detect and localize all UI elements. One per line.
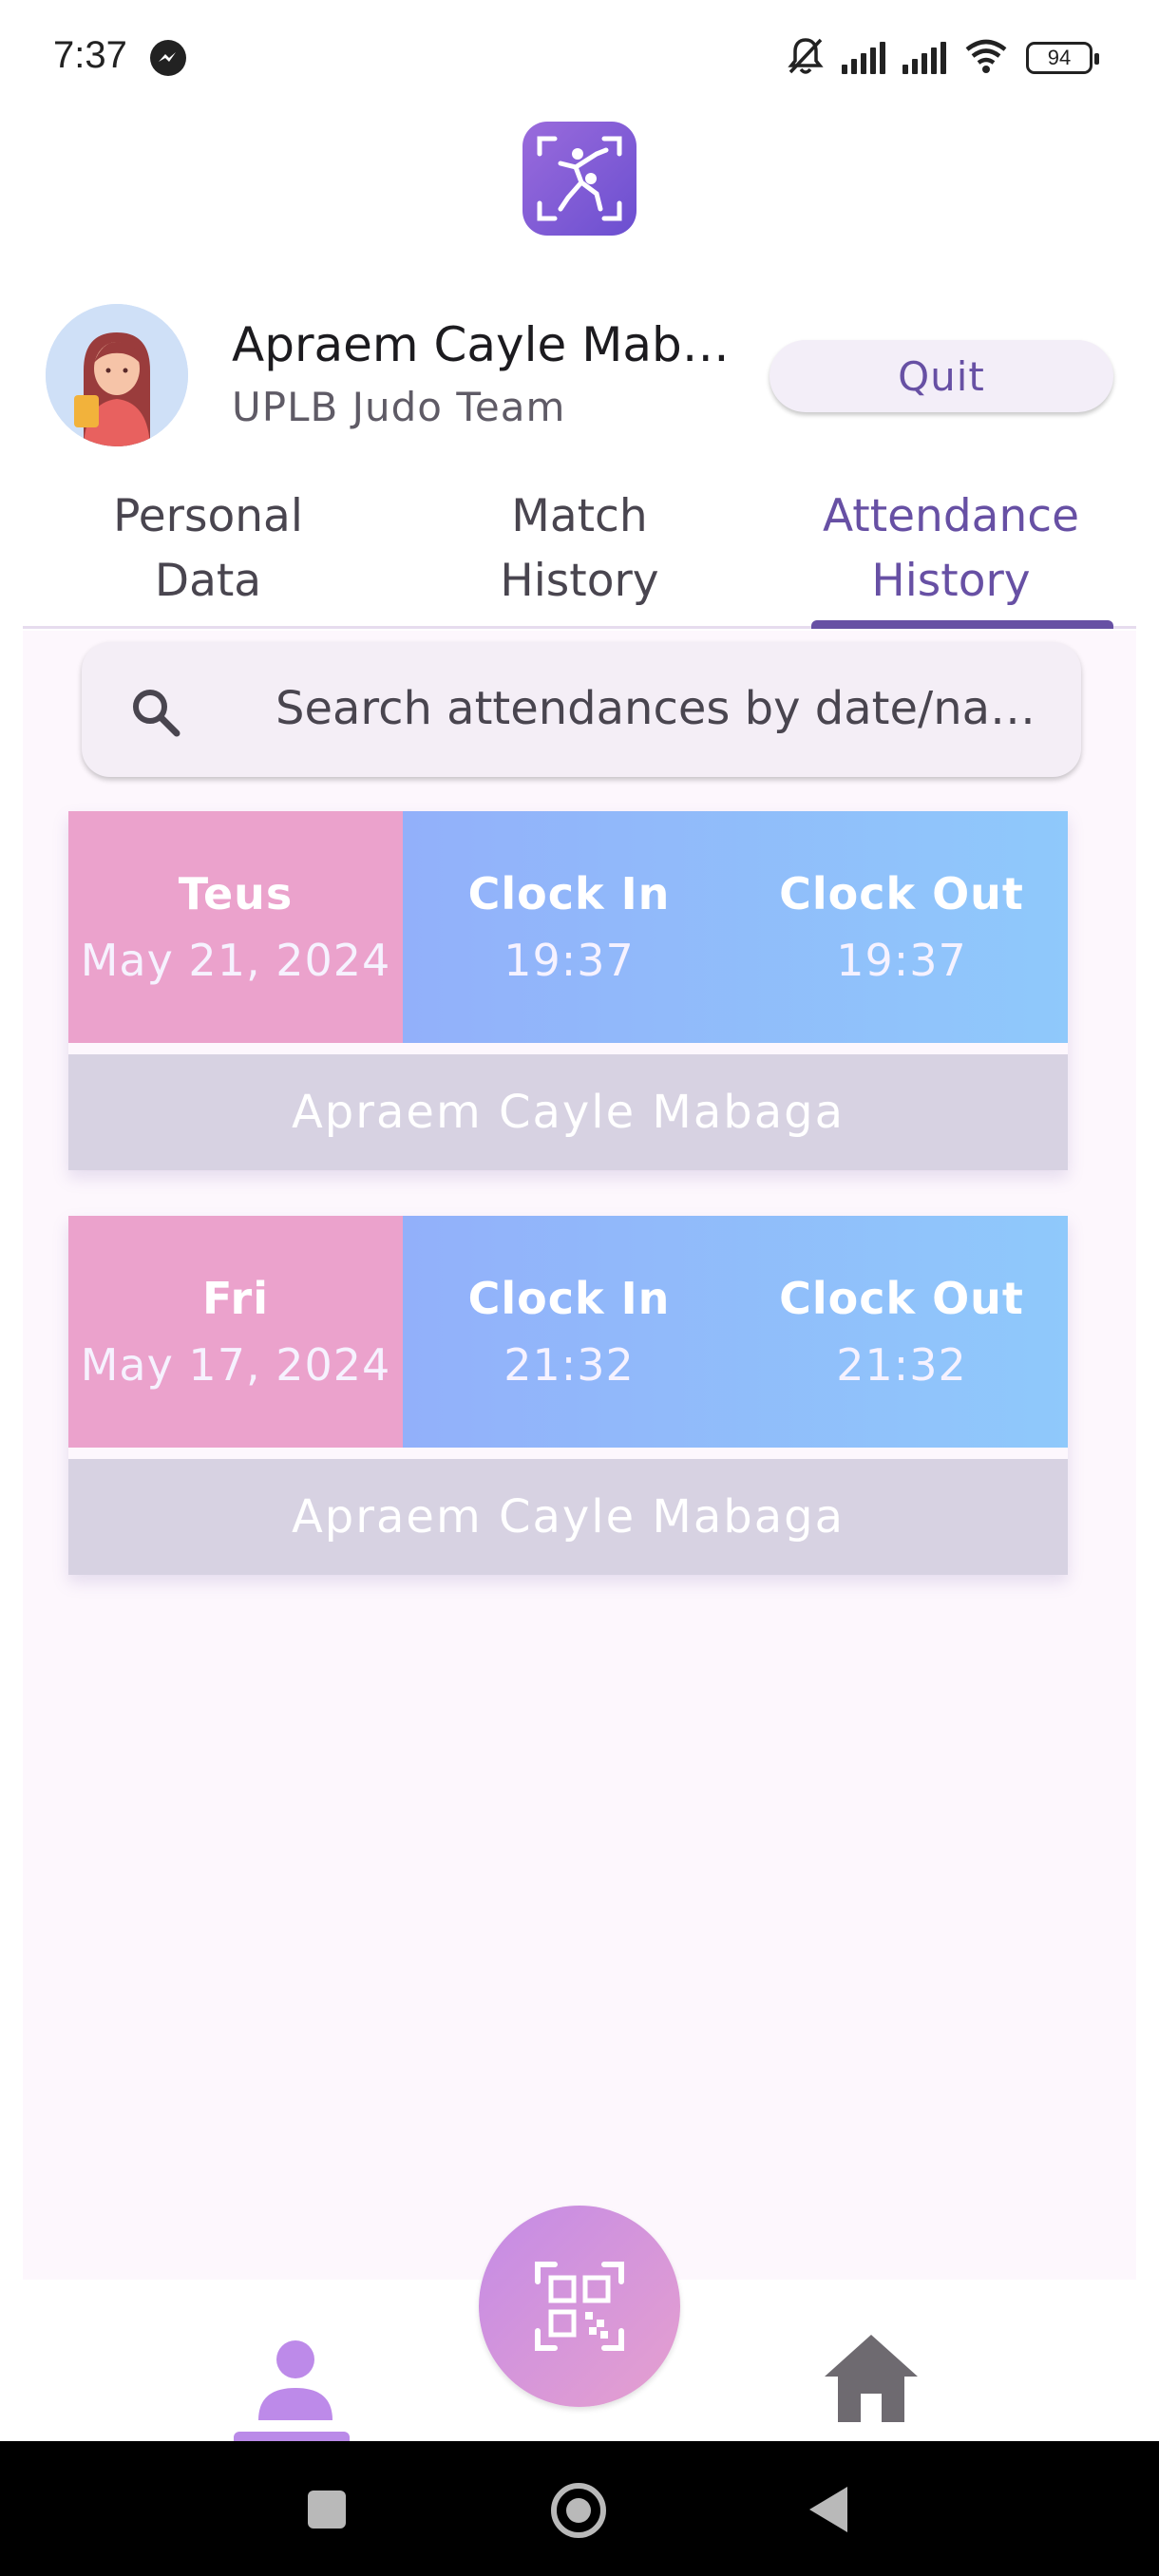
status-icons: 94	[787, 36, 1099, 80]
attendance-card-summary: Fri May 17, 2024 Clock In 21:32 Clock Ou…	[68, 1216, 1068, 1448]
tab-label-line2: Data	[154, 555, 262, 607]
attendance-list-area: Search attendances by date/name... Teus …	[23, 631, 1136, 2280]
mute-icon	[787, 36, 825, 80]
system-navigation-bar	[0, 2441, 1159, 2576]
attendance-day: Teus	[178, 868, 294, 919]
clock-out-label: Clock Out	[779, 868, 1024, 919]
tab-label-line2: History	[500, 555, 659, 607]
recents-button[interactable]	[308, 2491, 346, 2529]
signal-icon	[902, 42, 946, 74]
attendance-day-cell: Teus May 21, 2024	[68, 811, 403, 1043]
tab-personal-data[interactable]: Personal Data	[23, 484, 393, 614]
status-bar: 7:37 94	[0, 0, 1159, 114]
attendance-card-summary: Teus May 21, 2024 Clock In 19:37 Clock O…	[68, 811, 1068, 1043]
clock-in-time: 21:32	[504, 1339, 635, 1391]
clock-in-column: Clock In 21:32	[403, 1216, 735, 1448]
status-time: 7:37	[53, 34, 127, 76]
quit-button[interactable]: Quit	[770, 340, 1113, 412]
battery-level: 94	[1047, 46, 1072, 69]
back-button[interactable]	[809, 2487, 847, 2532]
user-name: Apraem Cayle Maba...	[232, 317, 745, 372]
attendance-clock-cell: Clock In 19:37 Clock Out 19:37	[403, 811, 1068, 1043]
attendance-card[interactable]: Teus May 21, 2024 Clock In 19:37 Clock O…	[68, 811, 1068, 1170]
tab-label-line1: Attendance	[822, 490, 1080, 542]
tab-match-history[interactable]: Match History	[394, 484, 765, 614]
profile-icon[interactable]	[243, 2333, 348, 2428]
home-button[interactable]	[551, 2483, 606, 2538]
attendance-member-name: Apraem Cayle Mabaga	[68, 1054, 1068, 1170]
tab-label-line1: Personal	[113, 490, 303, 542]
clock-in-time: 19:37	[504, 935, 635, 986]
messenger-icon	[150, 40, 186, 76]
clock-in-column: Clock In 19:37	[403, 811, 735, 1043]
profile-tabs: Personal Data Match History Attendance H…	[23, 475, 1136, 629]
tab-label-line2: History	[871, 555, 1031, 607]
team-name: UPLB Judo Team	[232, 384, 566, 430]
tab-label-line1: Match	[511, 490, 648, 542]
attendance-day-cell: Fri May 17, 2024	[68, 1216, 403, 1448]
clock-out-time: 21:32	[836, 1339, 967, 1391]
clock-in-label: Clock In	[467, 868, 671, 919]
qr-scan-button[interactable]	[479, 2206, 680, 2407]
search-icon	[127, 684, 184, 741]
attendance-day: Fri	[202, 1273, 269, 1324]
tab-attendance-history[interactable]: Attendance History	[766, 484, 1136, 614]
wifi-icon	[963, 38, 1009, 78]
attendance-date: May 21, 2024	[80, 935, 391, 986]
clock-out-label: Clock Out	[779, 1273, 1024, 1324]
qr-code-icon	[535, 2262, 624, 2351]
attendance-member-name: Apraem Cayle Mabaga	[68, 1459, 1068, 1575]
attendance-date: May 17, 2024	[80, 1339, 391, 1391]
attendance-clock-cell: Clock In 21:32 Clock Out 21:32	[403, 1216, 1068, 1448]
signal-icon	[842, 42, 885, 74]
attendance-card[interactable]: Fri May 17, 2024 Clock In 21:32 Clock Ou…	[68, 1216, 1068, 1575]
home-icon[interactable]	[819, 2327, 923, 2422]
search-input[interactable]: Search attendances by date/name...	[276, 674, 1054, 743]
active-tab-indicator	[811, 620, 1113, 629]
battery-icon: 94	[1026, 42, 1099, 74]
judo-app-logo	[522, 122, 636, 236]
clock-in-label: Clock In	[467, 1273, 671, 1324]
avatar	[46, 304, 188, 446]
clock-out-column: Clock Out 21:32	[735, 1216, 1068, 1448]
search-bar[interactable]: Search attendances by date/name...	[82, 642, 1081, 777]
clock-out-time: 19:37	[836, 935, 967, 986]
clock-out-column: Clock Out 19:37	[735, 811, 1068, 1043]
